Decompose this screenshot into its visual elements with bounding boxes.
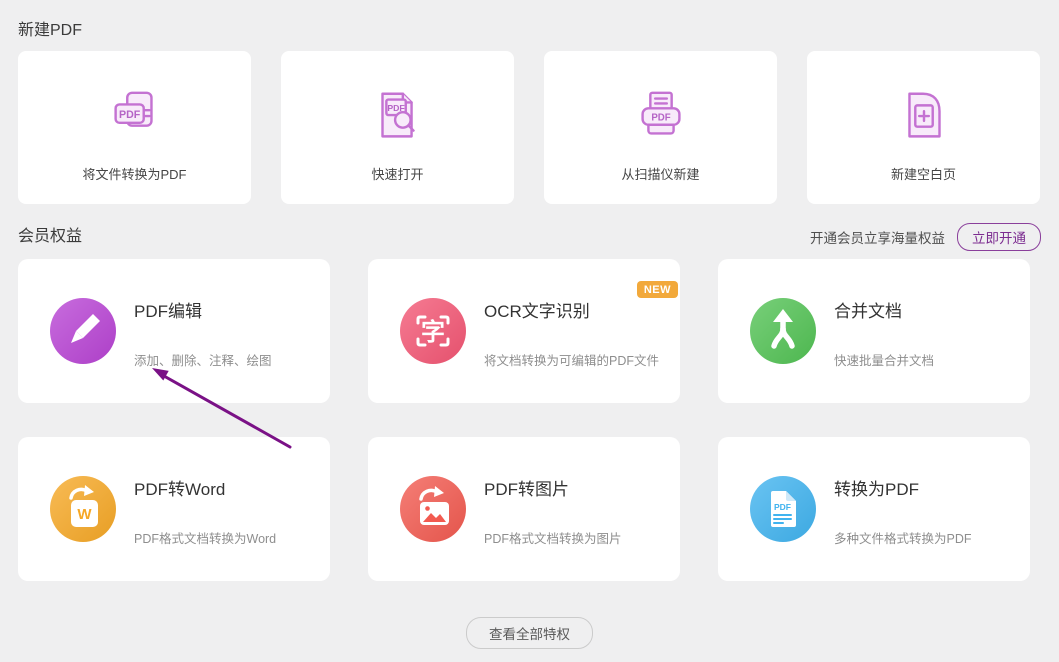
- view-all-privileges-button[interactable]: 查看全部特权: [466, 617, 593, 649]
- pdf-to-word-icon: W: [50, 476, 116, 542]
- benefit-title: 合并文档: [834, 301, 934, 323]
- benefit-title: OCR文字识别: [484, 301, 659, 323]
- blank-page-plus-icon: [893, 82, 955, 152]
- benefit-subtitle: 添加、删除、注释、绘图: [134, 350, 272, 369]
- benefit-card-merge-documents[interactable]: 合并文档 快速批量合并文档: [718, 259, 1030, 403]
- pencil-edit-icon: [50, 298, 116, 364]
- new-badge: NEW: [637, 281, 678, 298]
- ocr-scan-text-icon: 字: [400, 298, 466, 364]
- card-new-from-scanner[interactable]: PDF 从扫描仪新建: [544, 51, 777, 204]
- pdf-app-home: 新建PDF PDF 将文件转换为PDF PDF: [0, 0, 1059, 662]
- benefits-grid: PDF编辑 添加、删除、注释、绘图 字 NEW OCR文字识别: [18, 259, 1041, 581]
- benefit-title: PDF转Word: [134, 479, 276, 501]
- card-label: 快速打开: [371, 164, 423, 183]
- membership-promo-text: 开通会员立享海量权益: [810, 227, 945, 247]
- card-convert-file-to-pdf[interactable]: PDF 将文件转换为PDF: [18, 51, 251, 204]
- benefit-subtitle: PDF格式文档转换为Word: [134, 528, 276, 547]
- file-convert-to-pdf-icon: PDF: [104, 82, 166, 152]
- benefit-card-pdf-edit[interactable]: PDF编辑 添加、删除、注释、绘图: [18, 259, 330, 403]
- convert-to-pdf-doc-icon: PDF: [750, 476, 816, 542]
- benefit-title: PDF编辑: [134, 301, 272, 323]
- benefit-card-pdf-to-image[interactable]: PDF转图片 PDF格式文档转换为图片: [368, 437, 680, 581]
- benefit-title: PDF转图片: [484, 479, 622, 501]
- svg-text:PDF: PDF: [651, 112, 670, 123]
- benefit-subtitle: 将文档转换为可编辑的PDF文件: [484, 350, 659, 369]
- pdf-to-image-icon: [400, 476, 466, 542]
- svg-text:字: 字: [421, 318, 445, 346]
- benefit-title: 转换为PDF: [834, 479, 972, 501]
- benefit-subtitle: 快速批量合并文档: [834, 350, 934, 369]
- svg-text:PDF: PDF: [774, 502, 791, 512]
- quick-open-pdf-icon: PDF: [367, 82, 429, 152]
- benefit-card-pdf-to-word[interactable]: W PDF转Word PDF格式文档转换为Word: [18, 437, 330, 581]
- card-quick-open[interactable]: PDF 快速打开: [281, 51, 514, 204]
- benefit-subtitle: 多种文件格式转换为PDF: [834, 528, 972, 547]
- svg-text:W: W: [77, 506, 92, 523]
- benefits-section-title: 会员权益: [18, 226, 82, 248]
- new-pdf-card-row: PDF 将文件转换为PDF PDF 快速打开: [18, 51, 1041, 204]
- new-pdf-section-title: 新建PDF: [18, 20, 1041, 42]
- scanner-new-icon: PDF: [630, 82, 692, 152]
- benefit-subtitle: PDF格式文档转换为图片: [484, 528, 622, 547]
- card-new-blank-page[interactable]: 新建空白页: [807, 51, 1040, 204]
- benefits-header: 会员权益 开通会员立享海量权益 立即开通: [18, 224, 1041, 250]
- card-label: 从扫描仪新建: [621, 164, 699, 183]
- merge-documents-icon: [750, 298, 816, 364]
- activate-membership-button[interactable]: 立即开通: [957, 223, 1041, 251]
- benefit-card-convert-to-pdf[interactable]: PDF 转换为PDF 多种文件格式转换为PDF: [718, 437, 1030, 581]
- benefit-card-ocr[interactable]: 字 NEW OCR文字识别 将文档转换为可编辑的PDF文件: [368, 259, 680, 403]
- card-label: 新建空白页: [891, 164, 956, 183]
- card-label: 将文件转换为PDF: [82, 164, 186, 183]
- svg-text:PDF: PDF: [119, 109, 141, 121]
